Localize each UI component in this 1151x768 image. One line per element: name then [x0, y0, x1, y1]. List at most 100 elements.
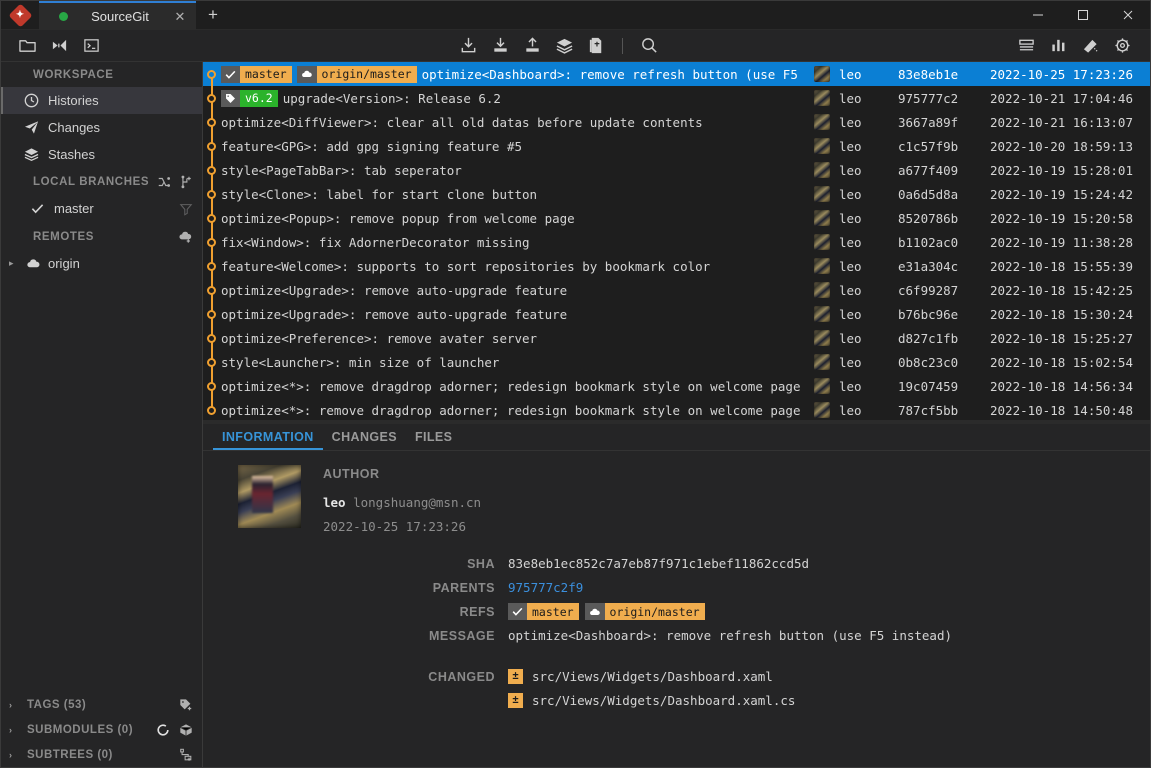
field-sha: SHA 83e8eb1ec852c7a7eb87f971c1ebef11862c… — [203, 554, 1150, 578]
close-tab-icon[interactable]: ✕ — [172, 9, 188, 25]
commit-row[interactable]: optimize<Upgrade>: remove auto-upgrade f… — [203, 302, 1150, 326]
clean-icon[interactable] — [1074, 33, 1106, 59]
commit-row[interactable]: feature<Welcome>: supports to sort repos… — [203, 254, 1150, 278]
commit-subject: feature<GPG>: add gpg signing feature #5 — [221, 138, 523, 154]
commit-author-cell: leo — [802, 282, 898, 298]
commit-sha-cell: 8520786b — [898, 210, 959, 226]
toolbar-separator — [622, 37, 623, 54]
commit-author-name: leo — [839, 90, 862, 106]
commit-row[interactable]: feature<GPG>: add gpg signing feature #5… — [203, 134, 1150, 158]
sidebar-item-stashes[interactable]: Stashes — [1, 141, 202, 168]
terminal-icon[interactable] — [75, 33, 107, 59]
tags-label: TAGS (53) — [27, 698, 87, 711]
commit-author-cell: leo — [802, 402, 898, 418]
commit-subject: style<Launcher>: min size of launcher — [221, 354, 500, 370]
new-tab-button[interactable]: + — [196, 1, 230, 29]
graph-node — [207, 166, 216, 175]
sidebar-section-submodules[interactable]: › SUBMODULES (0) — [1, 717, 202, 742]
commit-row[interactable]: master origin/master optimize<Dashboard>: … — [203, 62, 1150, 86]
decorator-head[interactable]: master — [221, 65, 292, 83]
add-subtree-icon[interactable] — [179, 748, 193, 762]
commit-row[interactable]: optimize<Upgrade>: remove auto-upgrade f… — [203, 278, 1150, 302]
add-tag-icon[interactable] — [179, 698, 193, 712]
commit-time-cell: 2022-10-19 15:28:01 — [990, 162, 1133, 178]
pull-icon[interactable] — [484, 33, 516, 59]
decorator-remote[interactable]: origin/master — [296, 65, 417, 83]
commit-time-cell: 2022-10-18 15:02:54 — [990, 354, 1133, 370]
avatar — [814, 330, 830, 346]
refresh-icon[interactable] — [156, 723, 170, 737]
titlebar-drag-area — [230, 1, 1015, 29]
commit-row[interactable]: optimize<*>: remove dragdrop adorner; re… — [203, 374, 1150, 398]
author-identity: leo longshuang@msn.cn — [323, 495, 481, 510]
sidebar-item-master[interactable]: master — [1, 195, 202, 222]
sidebar-item-histories[interactable]: Histories — [1, 87, 202, 114]
commit-author-name: leo — [839, 306, 862, 322]
fetch-icon[interactable] — [452, 33, 484, 59]
changed-file-row[interactable]: ± src/Views/Widgets/Dashboard.xaml.cs — [203, 688, 1150, 712]
new-branch-icon[interactable] — [179, 175, 193, 189]
check-icon — [221, 65, 240, 83]
commit-graph-cell — [203, 230, 221, 254]
push-icon[interactable] — [516, 33, 548, 59]
sidebar-section-tags[interactable]: › TAGS (53) — [1, 692, 202, 717]
commit-row[interactable]: style<PageTabBar>: tab seperator leo a677f… — [203, 158, 1150, 182]
commit-sha-cell: 19c07459 — [898, 378, 959, 394]
commit-row[interactable]: style<Clone>: label for start clone butt… — [203, 182, 1150, 206]
sidebar-section-subtrees[interactable]: › SUBTREES (0) — [1, 742, 202, 767]
apply-patch-icon[interactable] — [580, 33, 612, 59]
visual-studio-icon[interactable] — [43, 33, 75, 59]
maximize-button[interactable] — [1060, 1, 1105, 29]
graph-node — [207, 118, 216, 127]
commit-row[interactable]: style<Launcher>: min size of launcher leo… — [203, 350, 1150, 374]
commit-row[interactable]: optimize<Preference>: remove avater serv… — [203, 326, 1150, 350]
sidebar-item-changes[interactable]: Changes — [1, 114, 202, 141]
commit-graph-cell — [203, 398, 221, 420]
sidebar-item-origin[interactable]: ▸ origin — [1, 250, 202, 277]
layout-icon[interactable] — [1010, 33, 1042, 59]
commit-row[interactable]: optimize<*>: remove dragdrop adorner; re… — [203, 398, 1150, 420]
chevron-right-icon[interactable]: › — [9, 725, 19, 735]
commit-time-cell: 2022-10-18 15:42:25 — [990, 282, 1133, 298]
repository-tab[interactable]: SourceGit ✕ — [39, 1, 196, 30]
add-submodule-icon[interactable] — [179, 723, 193, 737]
commit-subject: optimize<Upgrade>: remove auto-upgrade f… — [221, 306, 568, 322]
sort-branches-icon[interactable] — [157, 175, 171, 189]
commit-row[interactable]: v6.2 upgrade<Version>: Release 6.2 leo 9757… — [203, 86, 1150, 110]
commit-list[interactable]: master origin/master optimize<Dashboard>: … — [203, 62, 1150, 420]
stash-icon[interactable] — [548, 33, 580, 59]
detail-tabs: INFORMATION CHANGES FILES — [203, 424, 1150, 451]
remotes-title: REMOTES — [33, 230, 95, 243]
open-repository-icon[interactable] — [11, 33, 43, 59]
commit-row[interactable]: fix<Window>: fix AdornerDecorator missin… — [203, 230, 1150, 254]
parent-link[interactable]: 975777c2f9 — [508, 578, 583, 595]
tab-information[interactable]: INFORMATION — [213, 424, 323, 450]
decorator-head[interactable]: master — [508, 603, 579, 620]
filter-icon[interactable] — [179, 202, 202, 216]
avatar — [814, 234, 830, 250]
decorator-tag[interactable]: v6.2 — [221, 89, 278, 107]
commit-graph-cell — [203, 278, 221, 302]
tab-changes[interactable]: CHANGES — [323, 424, 406, 450]
commit-row[interactable]: optimize<Popup>: remove popup from welco… — [203, 206, 1150, 230]
decorator-remote[interactable]: origin/master — [584, 603, 705, 620]
commit-author-cell: leo — [802, 138, 898, 154]
statistics-icon[interactable] — [1042, 33, 1074, 59]
changed-file-row[interactable]: CHANGED ± src/Views/Widgets/Dashboard.xaml — [203, 664, 1150, 688]
chevron-right-icon[interactable]: › — [9, 750, 19, 760]
commit-row[interactable]: optimize<DiffViewer>: clear all old data… — [203, 110, 1150, 134]
chevron-right-icon[interactable]: › — [9, 700, 19, 710]
sourcegit-window: ✦ SourceGit ✕ + WORKSPACE Histories Chan… — [0, 0, 1151, 768]
settings-gear-icon[interactable] — [1106, 33, 1138, 59]
commit-sha-cell: b1102ac0 — [898, 234, 959, 250]
graph-node — [207, 406, 216, 415]
minimize-button[interactable] — [1015, 1, 1060, 29]
commit-sha-cell: d827c1fb — [898, 330, 959, 346]
tab-files[interactable]: FILES — [406, 424, 461, 450]
avatar — [814, 162, 830, 178]
add-remote-icon[interactable] — [178, 229, 193, 244]
close-window-button[interactable] — [1105, 1, 1150, 29]
author-meta: AUTHOR leo longshuang@msn.cn 2022-10-25 … — [323, 465, 481, 534]
chevron-right-icon[interactable]: ▸ — [9, 258, 19, 269]
search-icon[interactable] — [633, 33, 665, 59]
